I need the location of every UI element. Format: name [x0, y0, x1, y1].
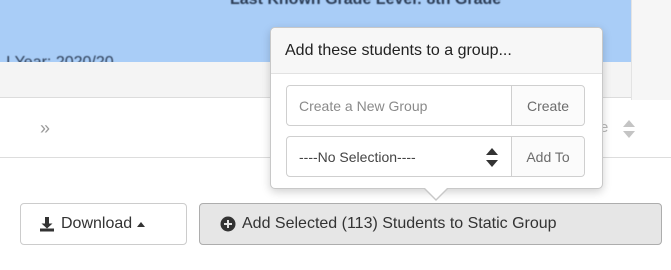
- download-button[interactable]: Download: [20, 203, 187, 245]
- add-selected-to-group-button[interactable]: Add Selected (113) Students to Static Gr…: [199, 203, 662, 245]
- existing-group-input-group: ----No Selection---- Add To: [286, 136, 585, 177]
- caret-up-icon: [137, 221, 146, 227]
- popover-title: Add these students to a group...: [271, 28, 602, 74]
- download-label: Download: [61, 215, 133, 232]
- row-year-text: I Year: 2020/20: [6, 54, 114, 62]
- next-page-link[interactable]: »: [40, 118, 50, 139]
- add-selected-label: Add Selected (113) Students to Static Gr…: [242, 215, 557, 232]
- sort-icon[interactable]: [622, 118, 636, 140]
- group-select-value: ----No Selection----: [299, 148, 416, 165]
- new-group-name-input[interactable]: [287, 86, 511, 125]
- select-arrows-icon: [486, 148, 498, 167]
- table-edge: [631, 0, 671, 100]
- download-icon: [40, 217, 54, 232]
- row-grade-level-text: Last Known Grade Level: 8th Grade: [230, 0, 501, 9]
- add-to-group-popover: Add these students to a group... Create …: [270, 27, 603, 189]
- popover-body: Create ----No Selection---- Add To: [271, 74, 602, 189]
- create-group-button[interactable]: Create: [511, 86, 584, 125]
- plus-circle-icon: [220, 216, 236, 232]
- create-group-input-group: Create: [286, 85, 585, 126]
- group-select[interactable]: ----No Selection----: [287, 137, 511, 176]
- add-to-group-button[interactable]: Add To: [511, 137, 584, 176]
- popover-arrow-fill: [425, 188, 447, 199]
